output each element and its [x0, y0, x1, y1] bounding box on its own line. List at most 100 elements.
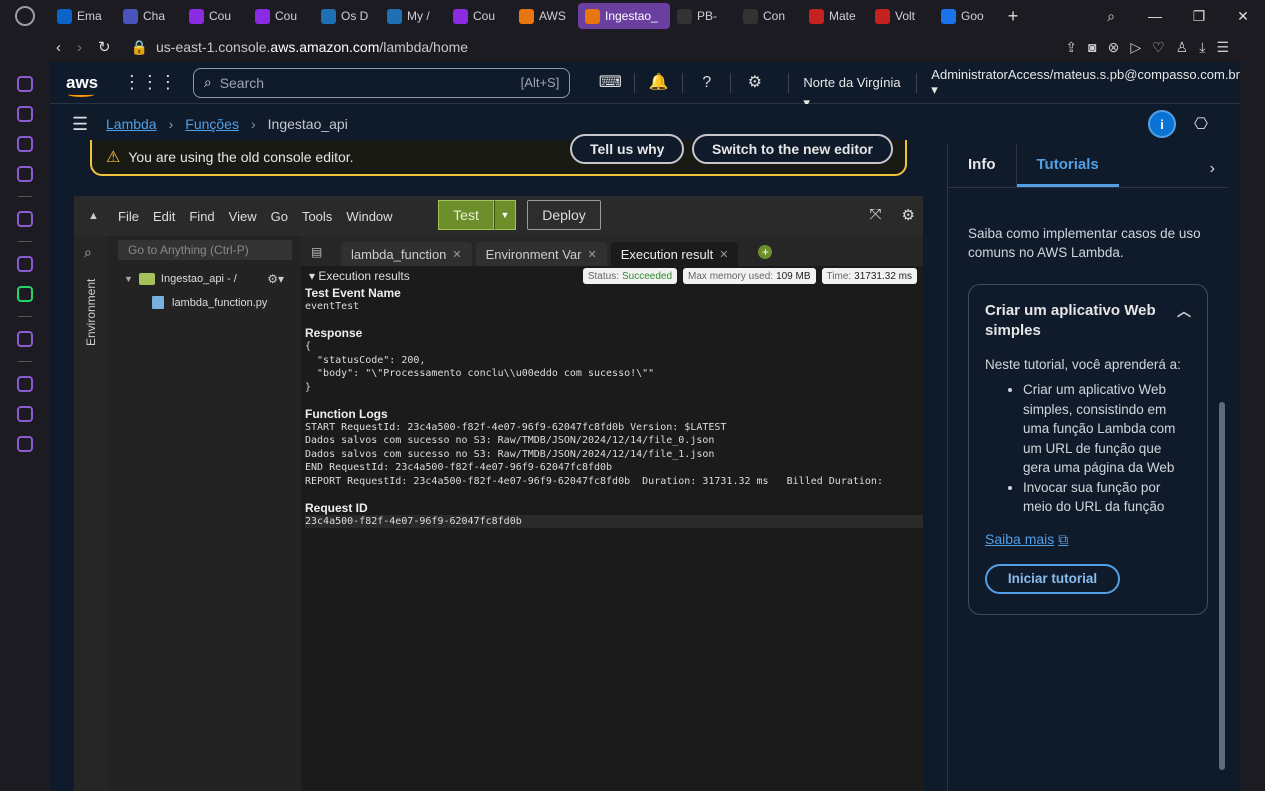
menu-find[interactable]: Find: [189, 209, 214, 224]
execution-results-title[interactable]: ▾ Execution results: [309, 269, 410, 283]
switch-editor-button[interactable]: Switch to the new editor: [692, 134, 894, 164]
menu-view[interactable]: View: [229, 209, 257, 224]
tab-list-icon[interactable]: ▤: [311, 245, 322, 259]
tab-environment-variables[interactable]: Environment Var ✕: [475, 242, 607, 266]
ide-menu-bar: ▲ File Edit Find View Go Tools Window Te…: [74, 196, 923, 236]
close-window-icon[interactable]: ✕: [1221, 8, 1265, 25]
browser-right-edge: [1240, 62, 1265, 791]
menu-tools[interactable]: Tools: [302, 209, 332, 224]
tree-root-folder[interactable]: ▼ Ingestao_api - / ⚙▾: [124, 272, 284, 286]
browser-tab[interactable]: Mate: [802, 3, 868, 29]
deploy-button[interactable]: Deploy: [527, 200, 601, 230]
help-icon[interactable]: ?: [682, 72, 730, 93]
reload-icon[interactable]: ↻: [98, 38, 111, 56]
chevron-right-icon[interactable]: ›: [1210, 160, 1215, 178]
scrollbar[interactable]: [1219, 402, 1225, 770]
share-icon[interactable]: ⇪: [1065, 39, 1077, 56]
sidebar-bag-icon[interactable]: [17, 106, 33, 122]
close-icon[interactable]: ✕: [587, 248, 596, 261]
forward-icon[interactable]: ›: [77, 39, 82, 56]
sidebar-arrow-icon[interactable]: [17, 211, 33, 227]
sidebar-player-icon[interactable]: [17, 331, 33, 347]
search-icon[interactable]: ⌕: [84, 244, 92, 261]
tree-gear-icon[interactable]: ⚙▾: [267, 272, 284, 286]
account-menu[interactable]: AdministratorAccess/mateus.s.pb@compasso…: [931, 67, 1240, 98]
browser-logo-icon[interactable]: [0, 0, 50, 32]
banner-text: You are using the old console editor.: [128, 149, 354, 165]
browser-tab[interactable]: Con: [736, 3, 802, 29]
tutorial-card-header[interactable]: Criar um aplicativo Web simples ︿: [985, 301, 1191, 341]
aws-search-input[interactable]: ⌕ Search [Alt+S]: [192, 67, 571, 98]
ide-settings-icon[interactable]: ⚙: [902, 206, 915, 224]
sidebar-settings-icon[interactable]: [17, 436, 33, 452]
menu-go[interactable]: Go: [271, 209, 288, 224]
tab-tutorials[interactable]: Tutorials: [1016, 144, 1119, 187]
learn-more-link[interactable]: Saiba mais ⧉: [985, 531, 1191, 548]
new-tab-icon[interactable]: +: [1000, 6, 1026, 27]
bell-icon[interactable]: 🔔: [634, 72, 682, 93]
region-selector[interactable]: Norte da Virgínia ▾: [788, 72, 918, 110]
browser-tab[interactable]: Cou: [248, 3, 314, 29]
browser-tab[interactable]: Ema: [50, 3, 116, 29]
restore-icon[interactable]: ❐: [1177, 8, 1221, 25]
menu-window[interactable]: Window: [346, 209, 392, 224]
breadcrumb-functions[interactable]: Funções: [185, 116, 239, 132]
breadcrumb-lambda[interactable]: Lambda: [106, 116, 157, 132]
browser-tab[interactable]: Goo: [934, 3, 1000, 29]
tell-us-why-button[interactable]: Tell us why: [570, 134, 685, 164]
browser-tab[interactable]: Cha: [116, 3, 182, 29]
browser-tab[interactable]: Os D: [314, 3, 380, 29]
collapse-caret-icon[interactable]: ▲: [88, 210, 104, 222]
browser-tab[interactable]: Cou: [182, 3, 248, 29]
sidebar-whatsapp-icon[interactable]: [17, 286, 33, 302]
heart-icon[interactable]: ♡: [1152, 39, 1165, 56]
tab-execution-results[interactable]: Execution result ✕: [610, 242, 739, 266]
sidebar-cube-icon[interactable]: [17, 406, 33, 422]
browser-tab-label: Os D: [341, 9, 369, 23]
back-icon[interactable]: ‹: [56, 39, 61, 56]
test-dropdown-icon[interactable]: ▼: [494, 200, 516, 230]
tab-lambda-function[interactable]: lambda_function ✕: [341, 242, 472, 266]
sidebar-twitch-icon[interactable]: [17, 256, 33, 272]
browser-tab[interactable]: My /: [380, 3, 446, 29]
goto-anything-input[interactable]: Go to Anything (Ctrl-P): [118, 240, 292, 260]
menu-file[interactable]: File: [118, 209, 139, 224]
settings-icon[interactable]: ⚙: [730, 72, 778, 93]
tab-info[interactable]: Info: [948, 144, 1017, 187]
camera-icon[interactable]: ◙: [1088, 39, 1096, 55]
hamburger-menu-icon[interactable]: ☰: [72, 114, 106, 135]
profile-icon[interactable]: ♙: [1176, 39, 1189, 56]
test-button[interactable]: Test: [438, 200, 494, 230]
sidebar-messenger-icon[interactable]: [17, 76, 33, 92]
url-field[interactable]: 🔒 us-east-1.console.aws.amazon.com/lambd…: [131, 39, 469, 56]
cloudshell-icon[interactable]: ⌨: [586, 73, 634, 93]
info-panel-icon[interactable]: i: [1148, 110, 1177, 138]
sidebar-tv-icon[interactable]: [17, 136, 33, 152]
notifications-settings-icon[interactable]: ⎔: [1194, 114, 1208, 134]
add-tab-icon[interactable]: +: [758, 245, 773, 259]
fullscreen-icon[interactable]: ⤧: [870, 206, 882, 224]
minimize-icon[interactable]: —: [1133, 8, 1177, 24]
start-tutorial-button[interactable]: Iniciar tutorial: [985, 563, 1120, 594]
browser-tab[interactable]: Ingestao_: [578, 3, 670, 29]
play-icon[interactable]: ▷: [1130, 39, 1141, 56]
browser-search-icon[interactable]: ⌕: [1089, 8, 1133, 25]
close-icon[interactable]: ✕: [719, 248, 728, 261]
sidebar-game-icon[interactable]: [17, 166, 33, 182]
aws-logo[interactable]: aws: [66, 73, 103, 97]
browser-tab[interactable]: PB-: [670, 3, 736, 29]
chevron-up-icon[interactable]: ︿: [1177, 301, 1191, 341]
browser-tab[interactable]: Cou: [446, 3, 512, 29]
browser-tab[interactable]: Volt: [868, 3, 934, 29]
tree-file[interactable]: lambda_function.py: [152, 296, 267, 309]
sidebar-clock-icon[interactable]: [17, 376, 33, 392]
services-grid-icon[interactable]: ⋮⋮⋮: [123, 72, 177, 93]
menu-edit[interactable]: Edit: [153, 209, 175, 224]
download-icon[interactable]: ⤓: [1199, 39, 1205, 56]
browser-tab[interactable]: AWS: [512, 3, 578, 29]
menu-icon[interactable]: ☰: [1216, 39, 1229, 56]
close-icon[interactable]: ✕: [452, 248, 461, 261]
url-path: /lambda/home: [379, 39, 469, 55]
environment-tab[interactable]: Environment: [84, 279, 98, 346]
block-icon[interactable]: ⊗: [1108, 39, 1120, 56]
